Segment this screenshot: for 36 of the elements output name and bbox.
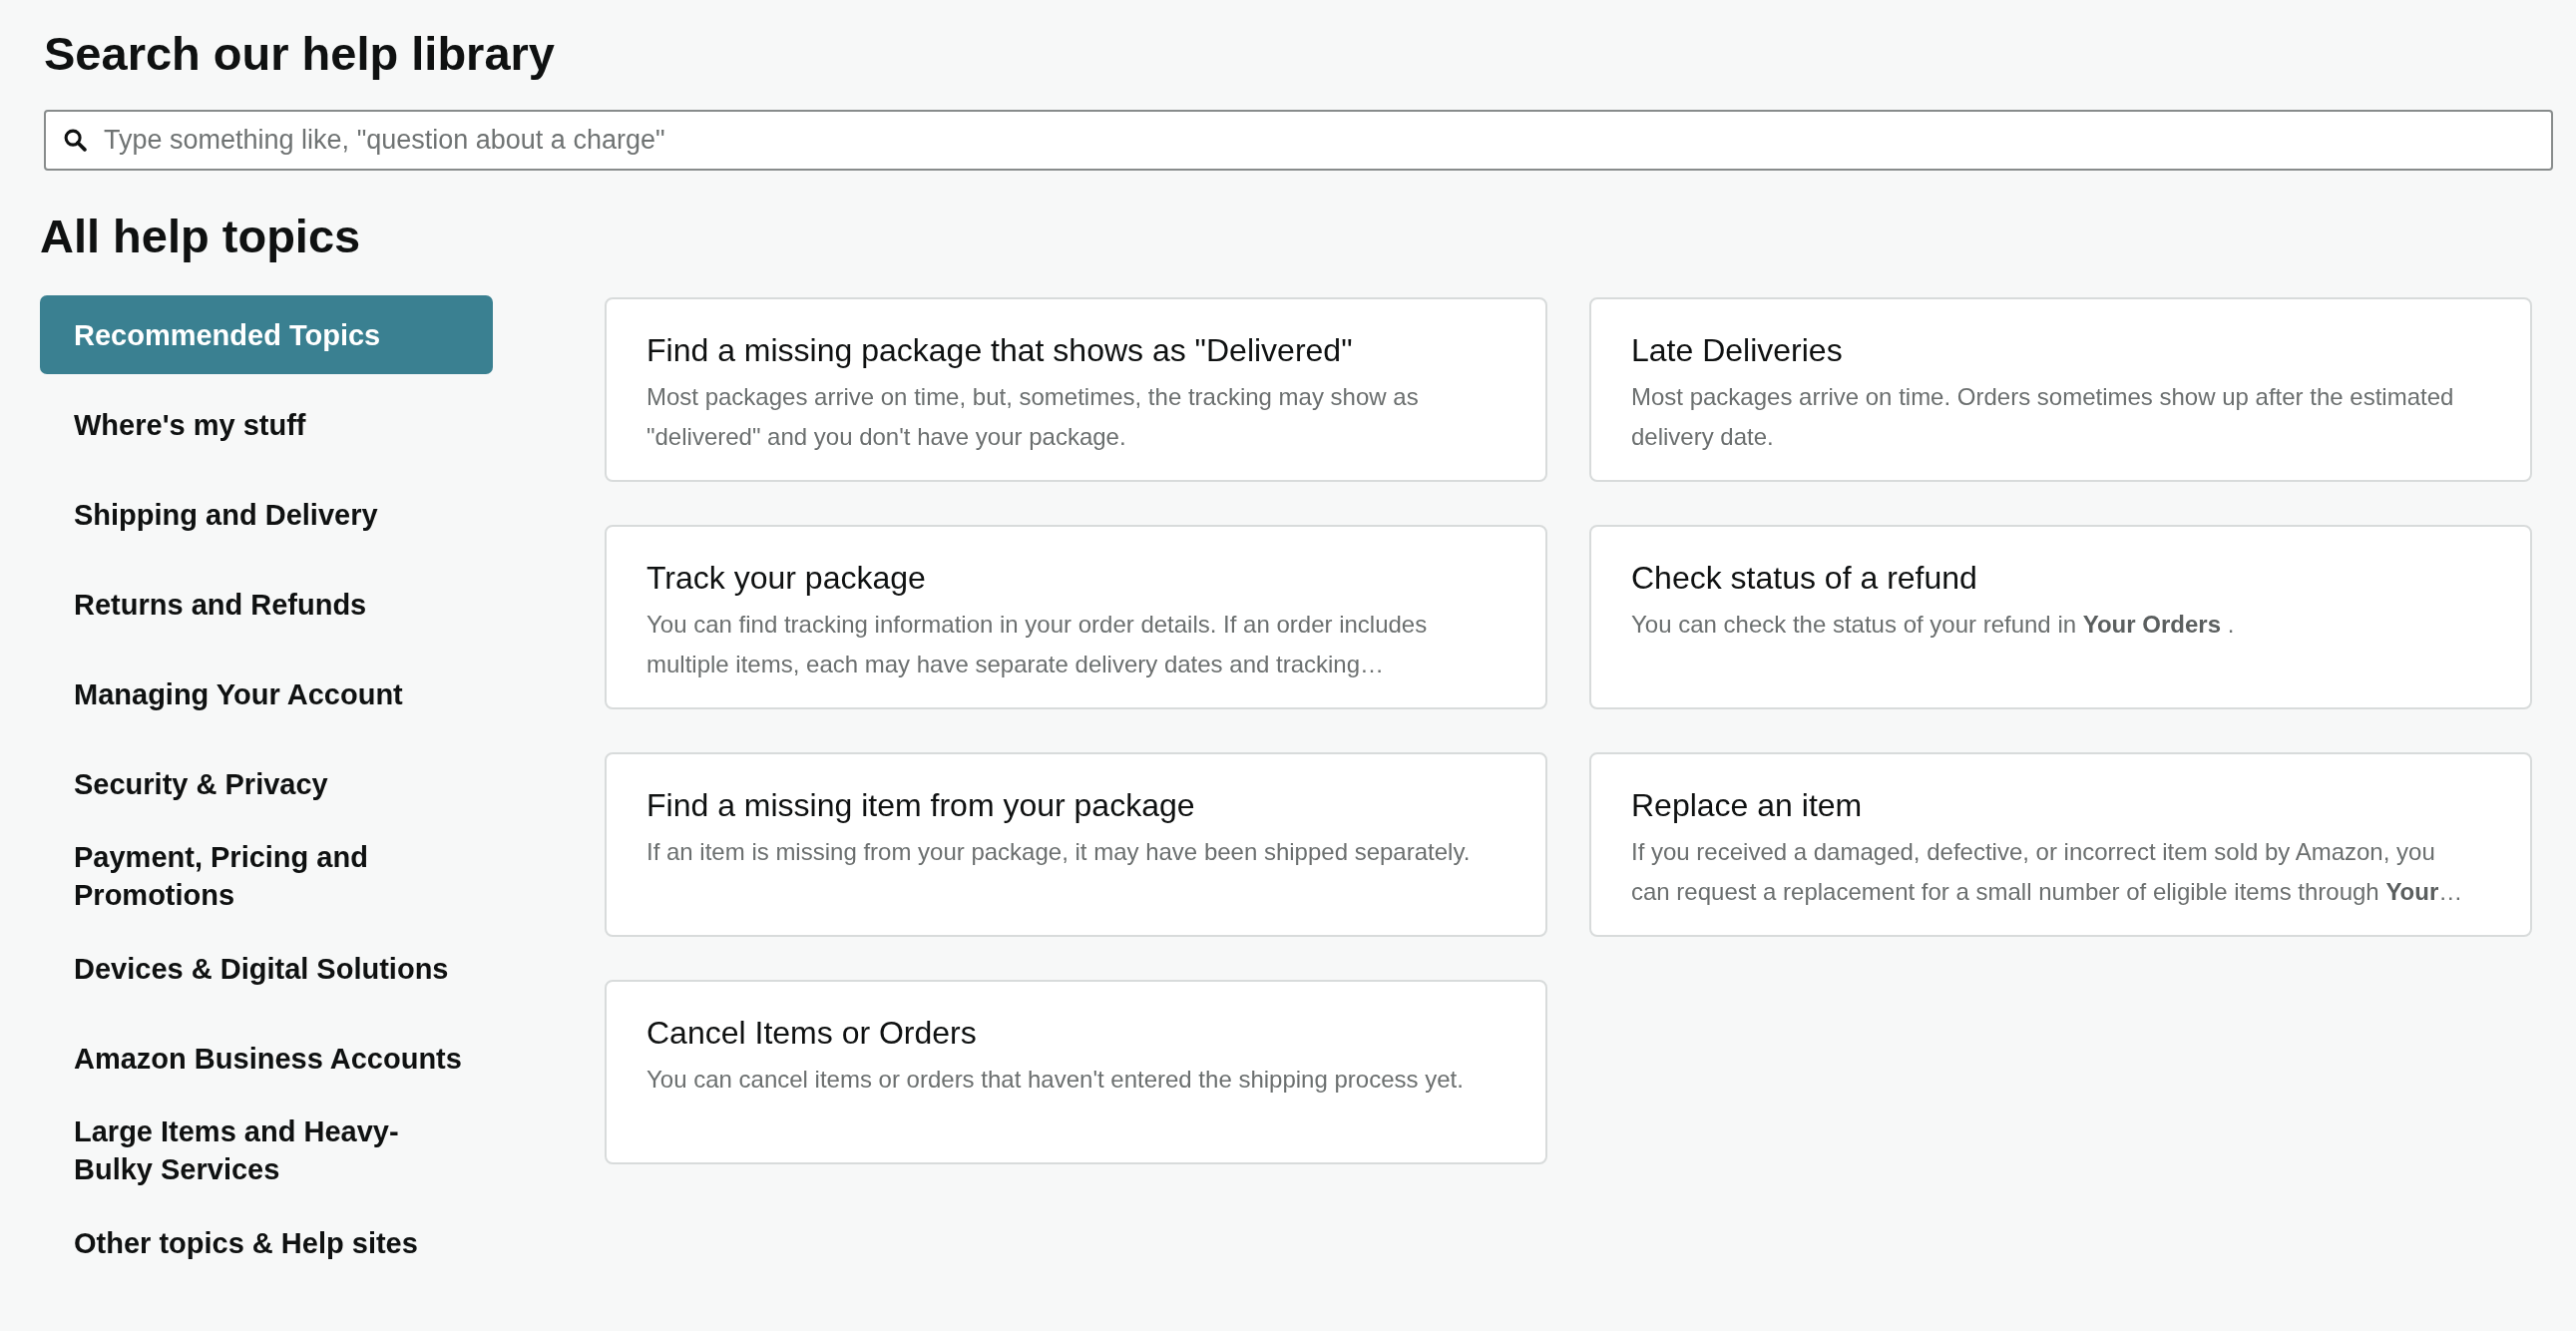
sidebar-item[interactable]: Other topics & Help sites <box>40 1203 493 1282</box>
card-title: Find a missing item from your package <box>646 786 1195 825</box>
topic-card[interactable]: Find a missing package that shows as "Delivered" Most packages arrive on time, but, sometimes, the tracking may show as "delivered" and you don't have your package. <box>605 297 1547 482</box>
card-description: You can check the status of your refund in Your Orders . <box>1631 610 2235 640</box>
card-title: Check status of a refund <box>1631 559 1977 598</box>
card-title: Track your package <box>646 559 926 598</box>
sidebar-item[interactable]: Devices & Digital Solutions <box>40 929 493 1008</box>
card-description: Most packages arrive on time. Orders sometimes show up after the estimated delivery date. <box>1631 382 2455 452</box>
card-description: Most packages arrive on time, but, sometimes, the tracking may show as "delivered" and you don't have your package. <box>646 382 1420 452</box>
card-title: Cancel Items or Orders <box>646 1014 977 1053</box>
sidebar-item[interactable]: Amazon Business Accounts <box>40 1019 493 1098</box>
search-icon <box>64 129 87 152</box>
sidebar-item[interactable]: Where's my stuff <box>40 385 493 464</box>
card-title: Find a missing package that shows as "Delivered" <box>646 331 1353 370</box>
topic-card[interactable]: Find a missing item from your package If an item is missing from your package, it may have been shipped separately. <box>605 752 1547 937</box>
card-description: You can find tracking information in your order details. If an order includes multiple items, each may have separate delivery dates and tracking… <box>646 610 1429 679</box>
sidebar-item[interactable]: Payment, Pricing and Promotions <box>40 834 493 918</box>
topic-card[interactable]: Replace an item If you received a damaged, defective, or incorrect item sold by Amazon, you can request a replacement for a small number of eligible items through Your… <box>1589 752 2532 937</box>
topic-card[interactable]: Late Deliveries Most packages arrive on time. Orders sometimes show up after the estimated delivery date. <box>1589 297 2532 482</box>
topic-card[interactable]: Cancel Items or Orders You can cancel items or orders that haven't entered the shipping process yet. <box>605 980 1547 1164</box>
sidebar-item[interactable]: Large Items and Heavy-Bulky Services <box>40 1109 493 1192</box>
section-heading: All help topics <box>40 209 361 264</box>
card-description: If an item is missing from your package, it may have been shipped separately. <box>646 837 1471 867</box>
card-title: Replace an item <box>1631 786 1863 825</box>
topic-card[interactable]: Check status of a refund You can check the status of your refund in Your Orders . <box>1589 525 2532 709</box>
card-description: If you received a damaged, defective, or incorrect item sold by Amazon, you can request a replacement for a small number of eligible items through Your… <box>1631 837 2464 907</box>
sidebar-item[interactable]: Recommended Topics <box>40 295 493 374</box>
sidebar-item[interactable]: Returns and Refunds <box>40 565 493 644</box>
sidebar-item[interactable]: Managing Your Account <box>40 655 493 733</box>
card-title: Late Deliveries <box>1631 331 1843 370</box>
sidebar-item[interactable]: Shipping and Delivery <box>40 475 493 554</box>
page-heading: Search our help library <box>44 26 555 82</box>
search-field[interactable]: Type something like, "question about a charge" <box>44 110 2553 171</box>
topic-card[interactable]: Track your package You can find tracking information in your order details. If an order includes multiple items, each may have separate delivery dates and tracking… <box>605 525 1547 709</box>
card-description: You can cancel items or orders that haven't entered the shipping process yet. <box>646 1065 1464 1095</box>
sidebar-item[interactable]: Security & Privacy <box>40 744 493 823</box>
